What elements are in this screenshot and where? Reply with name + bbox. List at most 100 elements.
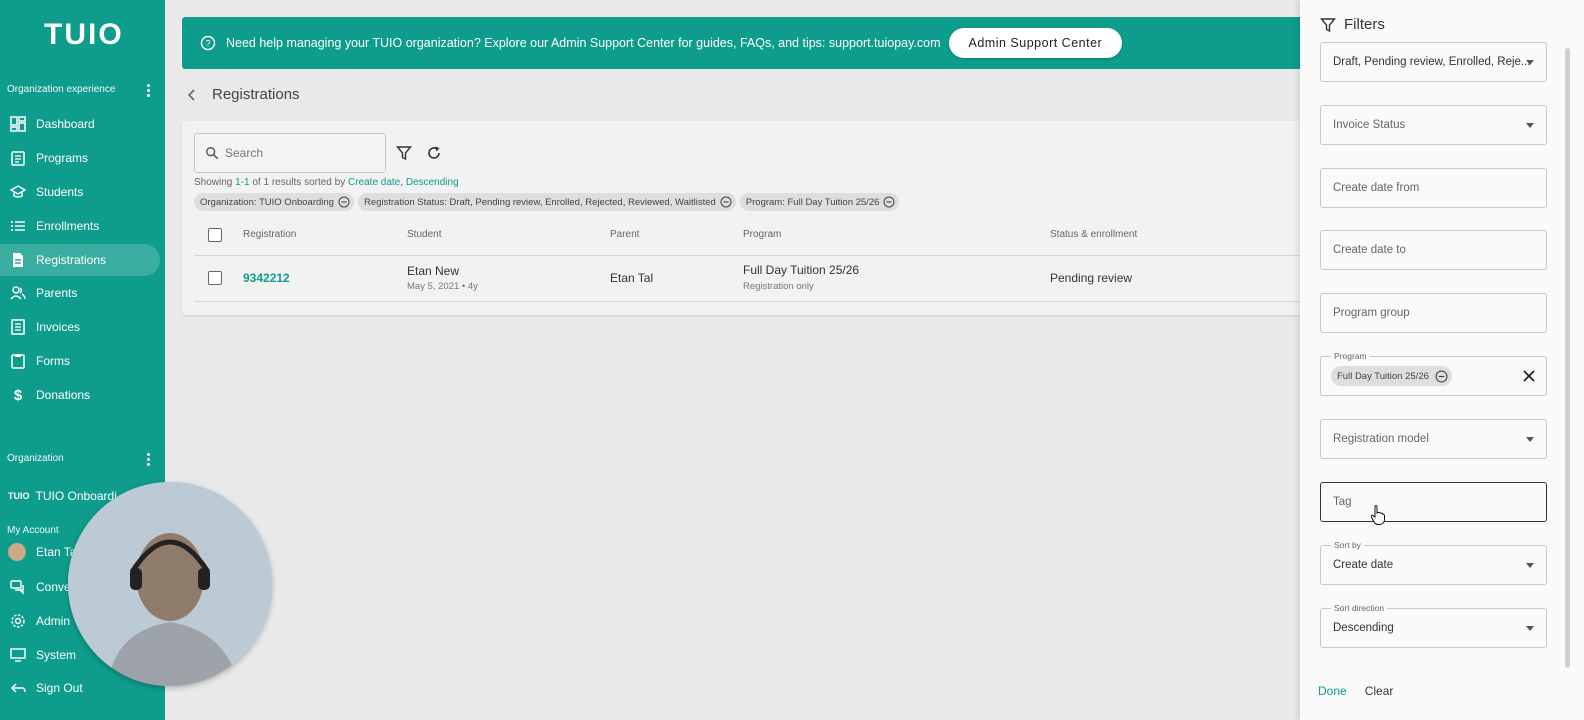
parent-name: Etan Tal (610, 271, 654, 285)
sidebar-item-registrations[interactable]: Registrations (0, 244, 160, 276)
program-group-field[interactable]: Program group (1320, 293, 1547, 333)
filters-footer: Done Clear (1318, 684, 1393, 698)
sidebar-item-label: Parents (36, 286, 78, 300)
registration-id-link[interactable]: 9342212 (243, 271, 290, 285)
sidebar-item-label: Donations (36, 388, 91, 402)
registration-model-select[interactable]: Registration model (1320, 419, 1547, 459)
filter-icon (1320, 17, 1336, 32)
sidebar-item-label: System (36, 648, 77, 662)
banner-text: Need help managing your TUIO organizatio… (226, 36, 941, 50)
more-vert-icon[interactable] (147, 84, 151, 97)
invoice-icon (10, 319, 26, 335)
sidebar-item-parents[interactable]: Parents (0, 277, 160, 309)
dropdown-arrow-icon (1526, 626, 1534, 631)
graduation-cap-icon (10, 184, 26, 200)
dropdown-arrow-icon (1526, 123, 1534, 128)
tuio-logo[interactable]: TUIO (44, 18, 124, 52)
sidebar-item-students[interactable]: Students (0, 176, 160, 208)
sidebar-item-label: Registrations (36, 253, 107, 267)
done-button[interactable]: Done (1318, 684, 1347, 698)
results-summary: Showing 1-1 of 1 results sorted by Creat… (194, 177, 459, 188)
clear-button[interactable]: Clear (1365, 684, 1394, 698)
sidebar-item-label: Dashboard (36, 117, 95, 131)
sidebar-item-donations[interactable]: $ Donations (0, 379, 160, 411)
filter-chip-registration-status: Registration Status: Draft, Pending revi… (357, 193, 736, 211)
sort-by-select[interactable]: Sort by Create date (1320, 540, 1547, 585)
sidebar-item-dashboard[interactable]: Dashboard (0, 108, 160, 140)
svg-text:?: ? (205, 39, 210, 49)
sidebar-item-invoices[interactable]: Invoices (0, 311, 160, 343)
dollar-icon: $ (13, 386, 23, 404)
sidebar-item-programs[interactable]: Programs (0, 142, 160, 174)
form-icon (10, 353, 26, 369)
active-filter-chips: Organization: TUIO Onboarding Registrati… (194, 193, 900, 211)
row-checkbox[interactable] (208, 271, 222, 285)
close-icon[interactable] (1522, 369, 1536, 383)
document-icon (10, 252, 26, 268)
search-icon (206, 147, 219, 160)
column-header[interactable]: Program (743, 229, 781, 240)
remove-circle-icon[interactable] (1435, 370, 1448, 383)
people-icon (10, 285, 26, 301)
program-field[interactable]: Program Full Day Tuition 25/26 (1320, 351, 1547, 396)
filter-chip-organization: Organization: TUIO Onboarding (194, 193, 354, 211)
invoice-status-select[interactable]: Invoice Status (1320, 105, 1547, 145)
sign-out-icon (10, 680, 26, 696)
section-my-account: My Account (7, 525, 59, 536)
page-header: Registrations (184, 86, 300, 103)
monitor-icon (10, 647, 26, 663)
sidebar-item-label: Programs (36, 151, 89, 165)
chat-icon (10, 579, 26, 595)
admin-support-center-button[interactable]: Admin Support Center (948, 28, 1123, 58)
program-name: Full Day Tuition 25/26 (743, 263, 860, 277)
sort-direction-select[interactable]: Sort direction Descending (1320, 603, 1547, 648)
filters-drawer: Filters Draft, Pending review, Enrolled,… (1300, 0, 1584, 720)
sidebar-item-label: Students (36, 185, 84, 199)
remove-circle-icon[interactable] (883, 196, 895, 208)
column-header[interactable]: Registration (243, 229, 296, 240)
dropdown-arrow-icon (1526, 563, 1534, 568)
filters-header: Filters (1320, 16, 1385, 33)
field-label: Program (1331, 351, 1370, 361)
sidebar-item-label: TUIO Onboardi (35, 489, 117, 503)
tag-field[interactable]: Tag (1320, 482, 1547, 522)
registration-status-select[interactable]: Draft, Pending review, Enrolled, Reje... (1320, 42, 1547, 82)
search-input[interactable]: Search (194, 133, 386, 173)
sidebar-item-label: Invoices (36, 320, 81, 334)
dropdown-arrow-icon (1526, 60, 1534, 65)
select-all-checkbox[interactable] (208, 228, 222, 242)
help-banner: ? Need help managing your TUIO organizat… (182, 17, 1312, 69)
section-organization: Organization (7, 453, 64, 464)
dashboard-icon (10, 116, 26, 132)
more-vert-icon[interactable] (147, 453, 151, 466)
remove-circle-icon[interactable] (338, 196, 350, 208)
gear-icon (10, 613, 26, 629)
column-header[interactable]: Parent (610, 229, 639, 240)
sidebar-item-label: Enrollments (36, 219, 100, 233)
chevron-left-icon[interactable] (184, 87, 200, 103)
sidebar-item-forms[interactable]: Forms (0, 345, 160, 377)
clipboard-icon (10, 150, 26, 166)
webcam-overlay (68, 482, 272, 686)
column-header[interactable]: Student (407, 229, 441, 240)
create-date-from-field[interactable]: Create date from (1320, 168, 1547, 208)
list-icon (10, 218, 26, 234)
sort-field-link[interactable]: Create date (348, 177, 400, 188)
filters-title: Filters (1344, 16, 1385, 33)
create-date-to-field[interactable]: Create date to (1320, 230, 1547, 270)
avatar (8, 543, 26, 561)
section-org-experience: Organization experience (7, 84, 116, 95)
registrations-card: Search Showing 1-1 of 1 results sorted b… (182, 121, 1312, 315)
sort-direction-link[interactable]: Descending (406, 177, 459, 188)
student-name: Etan New (407, 264, 460, 278)
hand-cursor-icon (1370, 505, 1385, 525)
sidebar-item-label: Conve (36, 580, 71, 594)
column-header[interactable]: Status & enrollment (1050, 229, 1137, 240)
refresh-icon[interactable] (426, 145, 442, 161)
remove-circle-icon[interactable] (720, 196, 732, 208)
sidebar-item-enrollments[interactable]: Enrollments (0, 210, 160, 242)
filter-icon[interactable] (396, 145, 412, 161)
scrollbar[interactable] (1565, 48, 1570, 668)
divider (194, 255, 1312, 256)
page-title: Registrations (212, 86, 300, 103)
